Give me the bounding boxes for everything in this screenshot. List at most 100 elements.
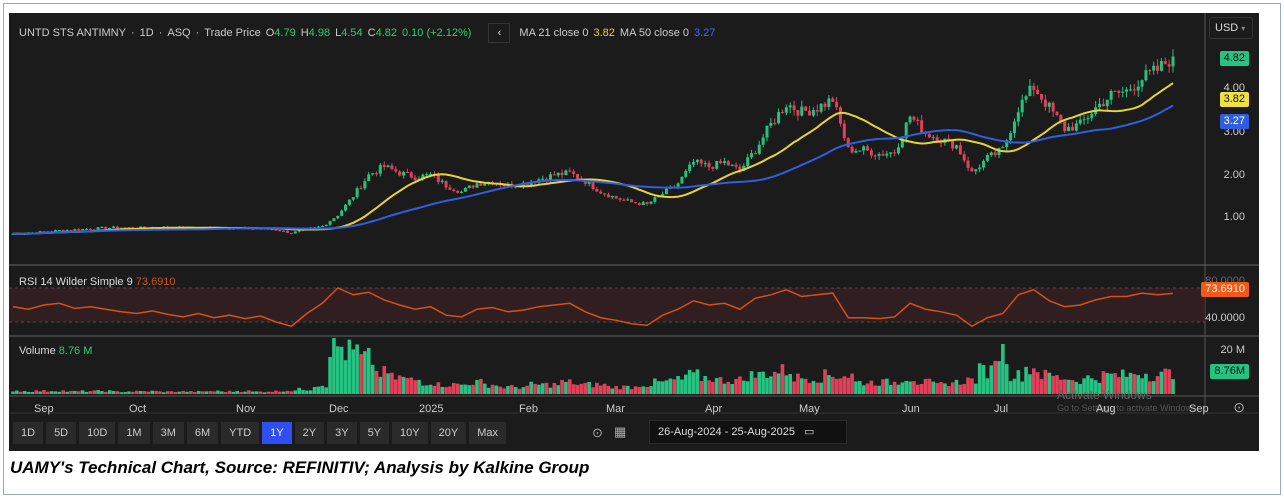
candle-body [784, 107, 788, 113]
candle-body [835, 101, 839, 108]
volume-bar [73, 390, 77, 394]
volume-bar [749, 371, 754, 394]
volume-bar [772, 371, 777, 394]
volume-bar [916, 384, 920, 394]
chart-canvas[interactable] [9, 13, 1259, 451]
volume-bar [811, 380, 816, 394]
range-button-1y[interactable]: 1Y [262, 422, 292, 444]
range-button-3y[interactable]: 3Y [327, 422, 357, 444]
volume-bar [1032, 368, 1036, 394]
volume-bar [610, 388, 615, 394]
candle-body [958, 145, 962, 155]
range-button-max[interactable]: Max [469, 422, 506, 444]
table-icon[interactable]: ▦ [614, 424, 626, 440]
volume-bar [931, 381, 936, 394]
range-button-5y[interactable]: 5Y [359, 422, 390, 444]
close-value: C4.82 [367, 27, 397, 39]
volume-bar [529, 381, 533, 394]
range-button-10y[interactable]: 10Y [392, 422, 428, 444]
candle-body [811, 110, 815, 116]
month-label: Jul [994, 403, 1009, 415]
range-button-ytd[interactable]: YTD [221, 422, 260, 444]
month-label: 2025 [419, 403, 444, 415]
candle-body [1009, 133, 1013, 141]
compare-icon[interactable]: ⊙ [592, 425, 603, 441]
candle-body [1074, 123, 1078, 131]
candle-body [606, 194, 610, 198]
candle-body [846, 138, 850, 147]
range-button-3m[interactable]: 3M [152, 422, 184, 444]
currency-select[interactable]: USD ▾ [1209, 17, 1253, 39]
volume-bar [220, 391, 224, 394]
volume-bar [57, 391, 62, 394]
volume-bar [1159, 371, 1164, 394]
candle-body [591, 181, 595, 189]
interval[interactable]: 1D [140, 27, 154, 39]
ma50-label[interactable]: MA 50 close 0 [620, 27, 689, 39]
range-button-1d[interactable]: 1D [13, 422, 44, 444]
candle-body [467, 185, 471, 188]
range-button-6m[interactable]: 6M [186, 422, 219, 444]
volume-bar [807, 383, 812, 394]
candle-body [115, 226, 119, 229]
volume-bar [42, 390, 46, 394]
candle-body [869, 150, 873, 156]
candle-body [649, 201, 653, 204]
range-button-10d[interactable]: 10D [79, 422, 116, 444]
volume-bar [243, 391, 247, 394]
settings-icon[interactable]: ⊙ [1233, 399, 1245, 416]
candle-body [819, 103, 823, 112]
chart-app: UNTD STS ANTIMNY · 1D · ASQ · Trade Price O… [9, 13, 1259, 451]
candle-body [359, 188, 363, 190]
range-button-5d[interactable]: 5D [46, 422, 77, 444]
volume-bar [656, 381, 661, 394]
candle-body [564, 170, 568, 176]
volume-bar [436, 382, 441, 394]
volume-bar [332, 338, 336, 394]
volume-bar [1024, 366, 1028, 394]
volume-bar [722, 383, 727, 394]
volume-bar [765, 378, 769, 394]
volume-bar [432, 385, 437, 394]
candle-body [572, 171, 576, 175]
candle-body [1125, 89, 1129, 92]
volume-bar [950, 382, 955, 394]
volume-bar [958, 384, 963, 394]
volume-bar [394, 379, 398, 394]
volume-bar [1028, 374, 1032, 394]
volume-bar [76, 391, 81, 394]
candle-body [823, 103, 827, 107]
volume-bar [312, 387, 317, 394]
candle-body [653, 197, 657, 202]
volume-bar [707, 380, 711, 394]
range-button-1m[interactable]: 1M [118, 422, 150, 444]
candle-body [765, 125, 769, 138]
volume-bar [552, 382, 557, 394]
candle-body [61, 230, 65, 232]
date-range-picker[interactable]: 26-Aug-2024 - 25-Aug-2025 ▭ [649, 420, 847, 444]
volume-bar [861, 385, 866, 394]
range-button-2y[interactable]: 2Y [294, 422, 325, 444]
candle-body [448, 187, 452, 190]
ma21-label[interactable]: MA 21 close 0 [519, 27, 588, 39]
volume-bar [788, 374, 792, 394]
volume-bar [308, 390, 313, 394]
candle-body [993, 152, 997, 155]
volume-bar [684, 374, 688, 394]
volume-bar [1039, 379, 1044, 394]
volume-bar [49, 391, 54, 394]
candle-body [711, 167, 715, 169]
range-button-20y[interactable]: 20Y [430, 422, 467, 444]
candle-body [1016, 112, 1020, 122]
volume-bar [162, 392, 166, 394]
volume-bar [614, 385, 618, 394]
volume-bar [873, 385, 878, 394]
rsi-title: RSI 14 Wilder Simple 9 73.6910 [19, 276, 176, 288]
candle-body [614, 196, 618, 199]
volume-bar [780, 364, 785, 394]
month-label: Feb [519, 403, 538, 415]
candle-body [699, 159, 703, 164]
candle-body [792, 105, 796, 111]
collapse-legend-button[interactable]: ‹ [488, 23, 511, 43]
candle-body [274, 229, 278, 231]
